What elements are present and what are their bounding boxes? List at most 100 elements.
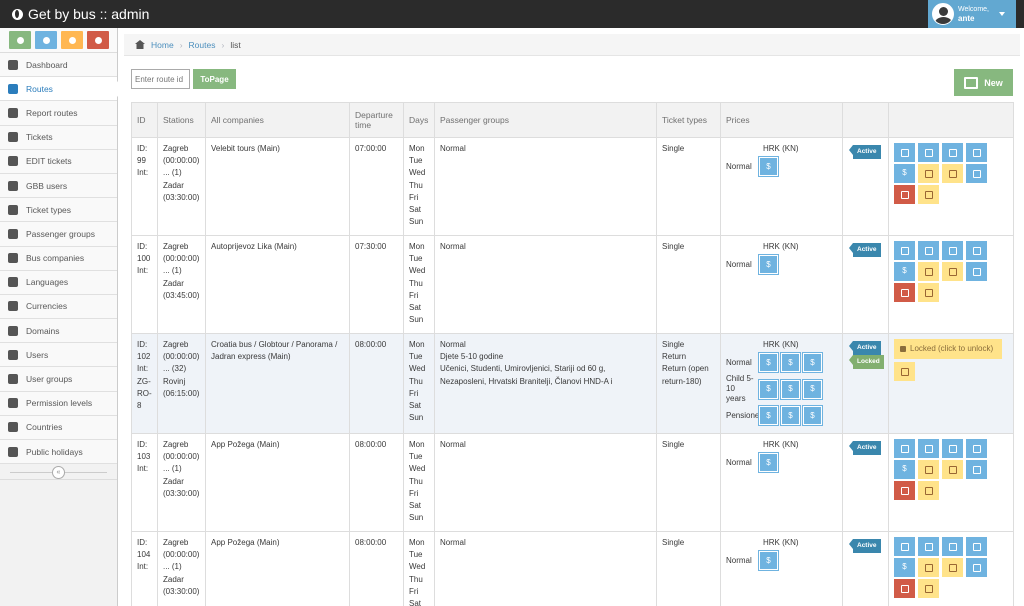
topage-button[interactable]: ToPage: [193, 69, 236, 89]
thumbs-down-button[interactable]: [966, 537, 987, 556]
price-button[interactable]: $: [780, 405, 801, 427]
print-button[interactable]: [894, 439, 915, 458]
sidebar-item-label: Dashboard: [26, 59, 68, 70]
stations-cell-line: (00:00:00): [163, 550, 200, 560]
breadcrumb-routes-link[interactable]: Routes: [189, 40, 216, 50]
days-cell-line: Fri: [409, 388, 419, 398]
edit-button[interactable]: [918, 558, 939, 577]
sidebar-item-public-holidays[interactable]: Public holidays: [0, 440, 117, 465]
column-header-prices[interactable]: Prices: [720, 102, 843, 138]
price-button[interactable]: $: [758, 378, 779, 400]
shortcut-orange-button[interactable]: [61, 31, 83, 49]
column-header-status: [842, 102, 889, 138]
route-id-input[interactable]: [131, 69, 190, 89]
sidebar-item-report-routes[interactable]: Report routes: [0, 101, 117, 126]
sidebar-item-passenger-groups[interactable]: Passenger groups: [0, 222, 117, 247]
price-button[interactable]: $: [802, 352, 823, 374]
unlock-button[interactable]: [942, 558, 963, 577]
copy-button[interactable]: [966, 460, 987, 479]
column-header-stations[interactable]: Stations: [157, 102, 206, 138]
new-route-button[interactable]: New: [954, 69, 1013, 96]
thumbs-up-button[interactable]: [942, 241, 963, 260]
copy-button[interactable]: [966, 262, 987, 281]
price-button[interactable]: $: [758, 550, 779, 572]
price-button[interactable]: $: [758, 156, 779, 178]
unlock-button[interactable]: [942, 262, 963, 281]
delete-button[interactable]: [894, 283, 915, 302]
copy-button[interactable]: [966, 558, 987, 577]
thumbs-down-button[interactable]: [966, 143, 987, 162]
download-button[interactable]: [918, 579, 939, 598]
collapse-sidebar-button[interactable]: «: [52, 466, 65, 480]
prices-button[interactable]: $: [894, 460, 915, 479]
price-button[interactable]: $: [802, 378, 823, 400]
user-menu[interactable]: Welcome, ante: [928, 0, 1016, 28]
print-button[interactable]: [894, 537, 915, 556]
calendar-button[interactable]: [918, 241, 939, 260]
sidebar-item-tickets[interactable]: Tickets: [0, 125, 117, 150]
unlock-button[interactable]: [942, 460, 963, 479]
shortcut-green-button[interactable]: [9, 31, 31, 49]
edit-button[interactable]: [918, 262, 939, 281]
calendar-button[interactable]: [918, 439, 939, 458]
unlock-button[interactable]: [942, 164, 963, 183]
sidebar-item-languages[interactable]: Languages: [0, 270, 117, 295]
delete-button[interactable]: [894, 579, 915, 598]
price-button[interactable]: $: [758, 452, 779, 474]
download-icon: [924, 486, 933, 495]
download-button[interactable]: [918, 185, 939, 204]
thumbs-up-button[interactable]: [942, 537, 963, 556]
sidebar-item-gbb-users[interactable]: GBB users: [0, 173, 117, 199]
sidebar-item-users[interactable]: Users: [0, 343, 117, 368]
prices-button[interactable]: $: [894, 164, 915, 183]
app-brand[interactable]: Get by bus :: admin: [12, 6, 149, 22]
download-button[interactable]: [918, 283, 939, 302]
sidebar-item-user-groups[interactable]: User groups: [0, 367, 117, 392]
sidebar-item-currencies[interactable]: Currencies: [0, 294, 117, 320]
sidebar-item-permission-levels[interactable]: Permission levels: [0, 391, 117, 416]
price-button[interactable]: $: [780, 378, 801, 400]
column-header-companies[interactable]: All companies: [205, 102, 350, 138]
column-header-departure[interactable]: Departure time: [349, 102, 404, 138]
price-button[interactable]: $: [758, 352, 779, 374]
sidebar-item-ticket-types[interactable]: Ticket types: [0, 198, 117, 223]
print-button[interactable]: [894, 143, 915, 162]
sidebar-item-countries[interactable]: Countries: [0, 415, 117, 440]
print-button[interactable]: [894, 241, 915, 260]
price-button[interactable]: $: [780, 352, 801, 374]
column-header-days[interactable]: Days: [403, 102, 435, 138]
sidebar-item-routes[interactable]: Routes: [0, 77, 124, 102]
prices-button[interactable]: $: [894, 262, 915, 281]
thumbs-down-button[interactable]: [966, 439, 987, 458]
unlock-route-button[interactable]: Locked (click to unlock): [894, 339, 1002, 359]
departure-cell: 07:00:00: [349, 137, 404, 236]
calendar-button[interactable]: [918, 537, 939, 556]
column-header-passenger-groups[interactable]: Passenger groups: [434, 102, 657, 138]
price-button[interactable]: $: [758, 254, 779, 276]
prices-button[interactable]: $: [894, 558, 915, 577]
sidebar-item-dashboard[interactable]: Dashboard: [0, 53, 117, 78]
sidebar-item-edit-tickets[interactable]: EDIT tickets: [0, 149, 117, 174]
delete-button[interactable]: [894, 185, 915, 204]
edit-button[interactable]: [918, 164, 939, 183]
sidebar-item-domains[interactable]: Domains: [0, 319, 117, 344]
table-body: ID: 99 Int: Zagreb (00:00:00) ... (1) Zadar (03…: [131, 137, 1014, 606]
thumbs-up-button[interactable]: [942, 439, 963, 458]
shortcut-blue-button[interactable]: [35, 31, 57, 49]
shortcut-red-button[interactable]: [87, 31, 109, 49]
edit-button[interactable]: [918, 460, 939, 479]
column-header-ticket-types[interactable]: Ticket types: [656, 102, 721, 138]
price-button[interactable]: $: [802, 405, 823, 427]
price-button[interactable]: $: [758, 405, 779, 427]
download-button[interactable]: [918, 481, 939, 500]
route-id-cell-line: 100: [137, 254, 151, 264]
column-header-id[interactable]: ID: [131, 102, 158, 138]
calendar-button[interactable]: [918, 143, 939, 162]
sidebar-item-bus-companies[interactable]: Bus companies: [0, 246, 117, 271]
breadcrumb-home-link[interactable]: Home: [151, 40, 174, 50]
thumbs-up-button[interactable]: [942, 143, 963, 162]
thumbs-down-button[interactable]: [966, 241, 987, 260]
copy-button[interactable]: [966, 164, 987, 183]
delete-button[interactable]: [894, 481, 915, 500]
download-button[interactable]: [894, 362, 915, 381]
